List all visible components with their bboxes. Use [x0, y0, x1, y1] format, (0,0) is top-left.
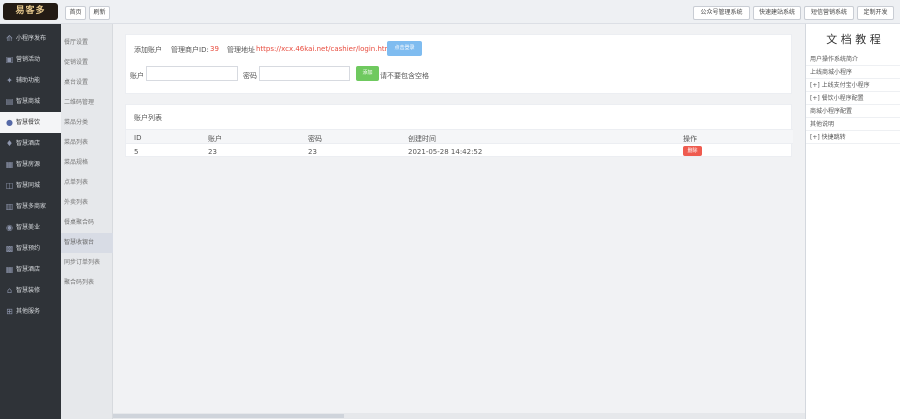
doc-item-user-system-intro[interactable]: 用户操作系统简介 — [806, 54, 900, 66]
refresh-tab-button[interactable]: 刷新 — [89, 6, 110, 20]
account-table-header: ID 账户 密码 创建时间 操作 — [126, 129, 793, 144]
merchant-id-label: 管理商户ID: — [171, 46, 209, 54]
password-field-label: 密码 — [243, 72, 257, 80]
key-icon: ✦ — [6, 76, 13, 85]
subnav-dish-specifications[interactable]: 菜品规格 — [61, 153, 113, 173]
account-name-cell: 23 — [208, 148, 217, 156]
sidebar-item-other-services[interactable]: ⊞ 其他服务 — [0, 301, 61, 322]
custom-development-button[interactable]: 定制开发 — [857, 6, 894, 20]
sidebar-item-smart-beauty[interactable]: ◉ 智慧美业 — [0, 217, 61, 238]
doc-item-dining-config[interactable]: [+] 餐饮小程序配置 — [806, 93, 900, 105]
subnav-restaurant-settings[interactable]: 餐厅设置 — [61, 33, 113, 53]
account-input[interactable] — [146, 66, 238, 81]
subnav-promotion-settings[interactable]: 促销设置 — [61, 53, 113, 73]
main-content: 添加账户 管理商户ID: 39 管理地址 https://xcx.46kai.n… — [113, 24, 805, 419]
hotel-icon: ▦ — [5, 265, 14, 274]
manage-url-label: 管理地址 — [227, 46, 255, 54]
account-list-title: 账户列表 — [134, 114, 162, 122]
sidebar-item-multi-merchant[interactable]: ▥ 智慧多商家 — [0, 196, 61, 217]
gift-icon: ▣ — [5, 55, 14, 64]
created-time-column-header: 创建时间 — [408, 135, 436, 143]
account-list-panel: 账户列表 ID 账户 密码 创建时间 操作 5 23 23 2021-05-28… — [125, 104, 793, 158]
account-id-cell: 5 — [134, 148, 139, 156]
add-account-title: 添加账户 — [134, 46, 162, 54]
sms-marketing-system-button[interactable]: 短信营销系统 — [804, 6, 854, 20]
subnav-sync-order-list[interactable]: 同步订单列表 — [61, 253, 113, 273]
subnav-order-list[interactable]: 点单列表 — [61, 173, 113, 193]
subnav-table-settings[interactable]: 桌台设置 — [61, 73, 113, 93]
documentation-panel: 文 档 教 程 用户操作系统简介 上线商城小程序 [+] 上线支付宝小程序 [+… — [805, 24, 900, 419]
subnav-takeout-list[interactable]: 外卖列表 — [61, 193, 113, 213]
sidebar-item-smart-housing[interactable]: ▦ 智慧房源 — [0, 154, 61, 175]
subnav-smart-cashier[interactable]: 智慧收银台 — [61, 233, 113, 253]
sidebar-item-smart-decoration[interactable]: ⌂ 智慧装修 — [0, 280, 61, 301]
add-account-panel: 添加账户 管理商户ID: 39 管理地址 https://xcx.46kai.n… — [125, 34, 792, 94]
home-tab-button[interactable]: 首页 — [65, 6, 86, 20]
action-column-header: 操作 — [683, 135, 697, 143]
store-icon: ▥ — [5, 202, 14, 211]
sidebar-item-smart-hotel-2[interactable]: ▦ 智慧酒店 — [0, 259, 61, 280]
sidebar-item-smart-city[interactable]: ◫ 智慧同城 — [0, 175, 61, 196]
food-icon: ● — [6, 118, 13, 127]
account-password-cell: 23 — [308, 148, 317, 156]
subnav-table-aggregate-code[interactable]: 餐桌聚合码 — [61, 213, 113, 233]
documentation-title: 文 档 教 程 — [826, 33, 881, 46]
doc-item-alipay-mini-program[interactable]: [+] 上线支付宝小程序 — [806, 80, 900, 92]
doc-item-mall-mini-program[interactable]: 上线商城小程序 — [806, 67, 900, 79]
house-icon: ▦ — [5, 160, 14, 169]
add-account-button[interactable]: 添加 — [356, 66, 379, 81]
top-bar: 易客多 首页 刷新 公众号管理系统 快速建站系统 短信营销系统 定制开发 — [0, 0, 900, 24]
decor-icon: ⌂ — [6, 286, 13, 295]
merchant-id-value: 39 — [210, 45, 219, 53]
delete-account-button[interactable]: 删除 — [683, 146, 702, 156]
city-icon: ◫ — [5, 181, 14, 190]
sidebar-item-mini-program[interactable]: ⟰ 小程序发布 — [0, 28, 61, 49]
doc-item-mall-config[interactable]: 商城小程序配置 — [806, 106, 900, 118]
account-field-label: 账户 — [130, 72, 144, 80]
scrollbar-thumb[interactable] — [113, 414, 344, 418]
brand-logo: 易客多 — [3, 3, 58, 20]
public-account-system-button[interactable]: 公众号管理系统 — [693, 6, 750, 20]
subnav-aggregate-code-list[interactable]: 聚合码列表 — [61, 273, 113, 293]
table-row: 5 23 23 2021-05-28 14:42:52 删除 — [126, 144, 793, 158]
account-created-time-cell: 2021-05-28 14:42:52 — [408, 148, 483, 156]
sidebar-item-smart-dining[interactable]: ● 智慧餐饮 — [0, 112, 61, 133]
grid-icon: ⊞ — [6, 307, 13, 316]
shop-icon: ▤ — [5, 97, 14, 106]
password-input[interactable] — [259, 66, 350, 81]
sidebar-item-smart-mall[interactable]: ▤ 智慧商城 — [0, 91, 61, 112]
password-column-header: 密码 — [308, 135, 322, 143]
input-hint: 请不要包含空格 — [380, 72, 429, 80]
id-column-header: ID — [134, 134, 142, 142]
sidebar-item-smart-hotel-1[interactable]: ♦ 智慧酒店 — [0, 133, 61, 154]
manage-url-link[interactable]: https://xcx.46kai.net/cashier/login.html — [256, 45, 393, 53]
quick-site-system-button[interactable]: 快速建站系统 — [753, 6, 801, 20]
drink-icon: ♦ — [5, 139, 14, 148]
subnav-dish-list[interactable]: 菜品列表 — [61, 133, 113, 153]
horizontal-scrollbar[interactable] — [113, 413, 805, 419]
main-sidebar: ⟰ 小程序发布 ▣ 营销活动 ✦ 辅助功能 ▤ 智慧商城 ● 智慧餐饮 ♦ 智慧酒店 ▦ 智慧… — [0, 24, 61, 419]
beauty-icon: ◉ — [6, 223, 13, 232]
subnav-qrcode-management[interactable]: 二维码管理 — [61, 93, 113, 113]
account-column-header: 账户 — [208, 135, 222, 143]
doc-item-other-notes[interactable]: 其他说明 — [806, 119, 900, 131]
click-login-button[interactable]: 点击登录 — [387, 41, 422, 56]
doc-item-quick-jump[interactable]: [+] 快捷跳转 — [806, 132, 900, 144]
subnav-dish-categories[interactable]: 菜品分类 — [61, 113, 113, 133]
calendar-icon: ▩ — [5, 244, 14, 253]
sidebar-item-smart-booking[interactable]: ▩ 智慧预约 — [0, 238, 61, 259]
sidebar-item-auxiliary[interactable]: ✦ 辅助功能 — [0, 70, 61, 91]
secondary-sidebar: 餐厅设置 促销设置 桌台设置 二维码管理 菜品分类 菜品列表 菜品规格 点单列表… — [61, 24, 113, 419]
send-icon: ⟰ — [6, 34, 13, 43]
sidebar-item-marketing[interactable]: ▣ 营销活动 — [0, 49, 61, 70]
